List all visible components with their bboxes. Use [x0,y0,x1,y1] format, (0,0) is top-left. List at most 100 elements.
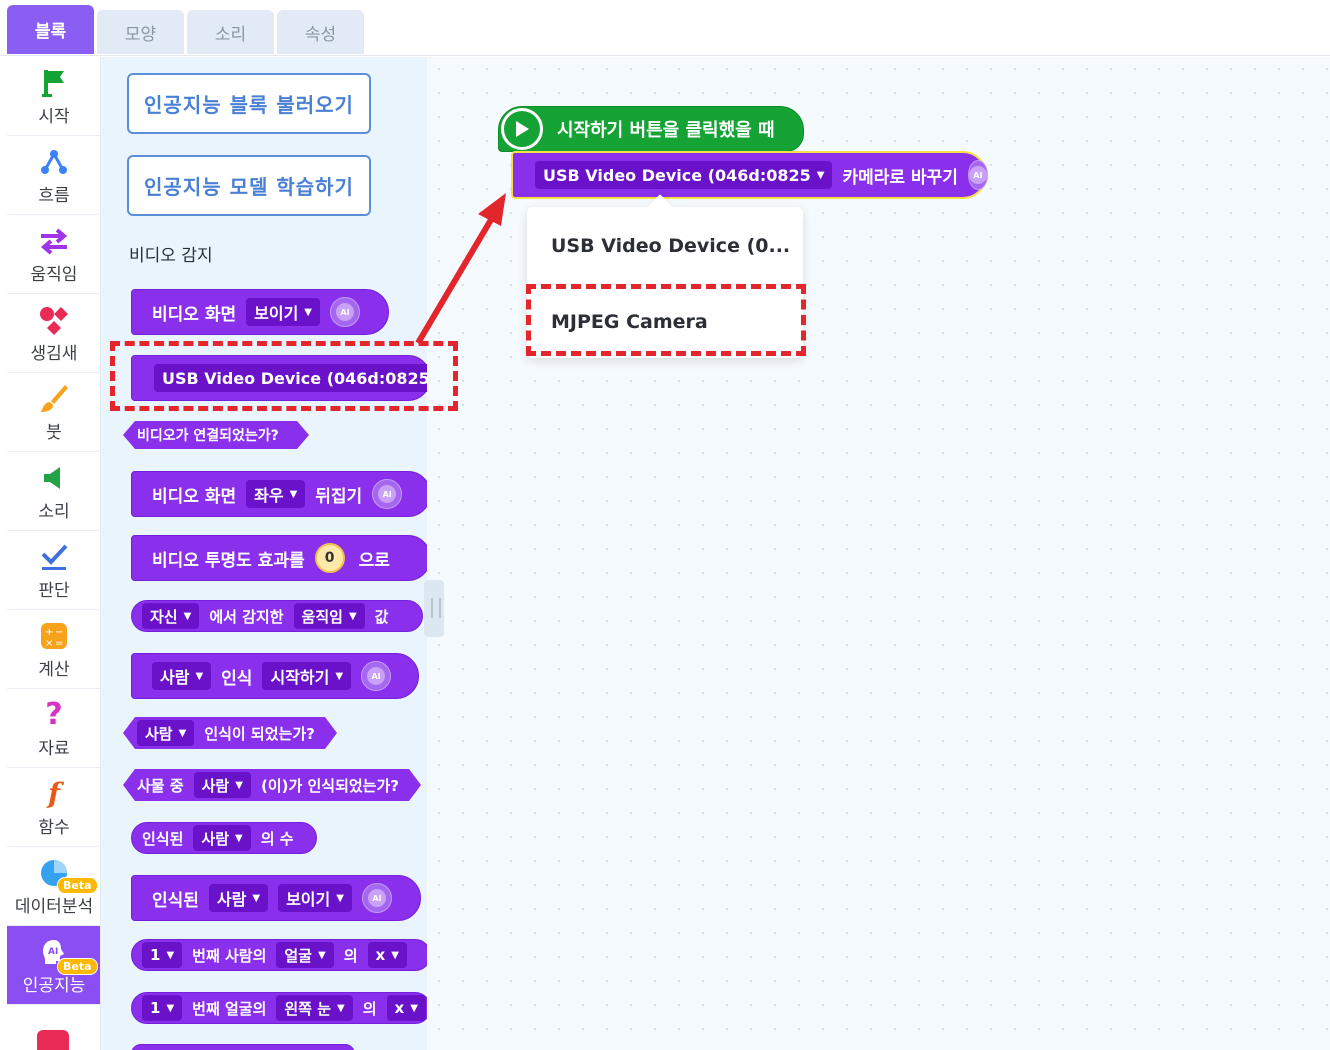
check-icon [37,540,71,574]
block-partial[interactable] [131,1044,355,1050]
play-icon [501,108,543,150]
chevron-down-icon: ▼ [289,488,298,500]
dropdown-option-usb[interactable]: USB Video Device (0... [551,235,790,257]
block-recognized-count[interactable]: 인식된 사람 ▼ 의 수 [131,822,317,854]
ai-icon: AI [361,661,392,691]
ai-icon-text: AI [378,485,397,503]
tabs-divider [0,55,1330,56]
dropdown[interactable]: x ▼ [367,942,407,968]
ai-icon-text: AI [968,166,987,184]
category-brush[interactable]: 붓 [7,373,100,452]
dropdown-value: 사람 [160,668,190,687]
dropdown[interactable]: 보이기 ▼ [278,884,352,912]
category-calc[interactable]: + − × = 계산 [7,610,100,689]
chevron-down-icon: ▼ [335,670,344,682]
question-icon: ? [45,697,63,732]
chevron-down-icon: ▼ [336,892,344,904]
category-ai[interactable]: AI Beta 인공지능 [7,926,100,1005]
block-text: 번째 사람의 [192,946,267,965]
block-text: 에서 감지한 [209,607,284,626]
dropdown[interactable]: 시작하기 ▼ [262,662,352,690]
dropdown[interactable]: 사람 ▼ [193,825,251,851]
block-text: 인식 [221,668,253,689]
dropdown-value: 얼굴 [284,946,312,965]
dropdown[interactable]: x ▼ [386,995,426,1021]
block-video-opacity[interactable]: 비디오 투명도 효과를 0 으로 [131,535,427,581]
category-data-analysis[interactable]: Beta 데이터분석 [7,847,100,926]
start-block[interactable]: 시작하기 버튼을 클릭했을 때 [498,106,804,152]
calculator-icon: + − × = [37,619,71,653]
tab-properties[interactable]: 속성 [277,10,364,54]
tab-blocks[interactable]: 블록 [7,5,94,54]
dropdown-value: x [375,946,386,964]
block-person-recognized[interactable]: 사람 ▼ 인식이 되었는가? [123,717,337,749]
section-title: 비디오 감지 [129,246,213,266]
category-motion[interactable]: 움직임 [7,215,100,294]
block-text: 비디오 투명도 효과를 [152,550,305,571]
block-text: 으로 [358,550,390,571]
function-icon: f [47,777,61,810]
palette-resize-handle[interactable] [424,580,444,637]
dropdown[interactable]: 자신 ▼ [142,603,200,629]
tab-bar: 블록 모양 소리 속성 [0,0,1330,56]
dropdown[interactable]: 사람 ▼ [137,720,194,746]
category-looks[interactable]: 생김새 [7,294,100,373]
ai-icon-text: AI [336,303,354,321]
block-video-flip[interactable]: 비디오 화면 좌우 ▼ 뒤집기 AI [131,471,427,517]
category-judge[interactable]: 판단 [7,531,100,610]
ai-icon: AI [330,297,360,327]
category-start[interactable]: 시작 [7,57,100,136]
dropdown[interactable]: 움직임 ▼ [293,603,365,629]
chevron-down-icon: ▼ [410,1002,418,1014]
category-function[interactable]: f 함수 [7,768,100,847]
block-text: 사물 중 [137,776,184,795]
chevron-down-icon: ▼ [235,779,243,791]
dropdown[interactable]: 1 ▼ [142,942,183,968]
category-label: 함수 [38,817,70,838]
block-video-connected[interactable]: 비디오가 연결되었는가? [123,421,309,449]
chevron-down-icon: ▼ [391,949,399,961]
dropdown-value: 움직임 [301,607,343,626]
dropdown-value: x [394,999,405,1017]
block-text: 의 [362,999,377,1018]
block-video-screen-show[interactable]: 비디오 화면 보이기 ▼ AI [131,289,389,335]
dropdown[interactable]: 사람 ▼ [194,772,251,798]
ai-icon: AI [361,883,392,913]
dropdown[interactable]: 좌우 ▼ [246,480,306,508]
svg-text:AI: AI [48,947,58,957]
dropdown-value: USB Video Device (046d:0825 [543,165,811,185]
extension-icon[interactable] [37,1030,69,1050]
train-ai-model-button[interactable]: 인공지능 모델 학습하기 [127,155,371,216]
block-object-recognized[interactable]: 사물 중 사람 ▼ (이)가 인식되었는가? [123,769,421,801]
block-person-recognition[interactable]: 사람 ▼ 인식 시작하기 ▼ AI [131,653,419,699]
category-sound[interactable]: 소리 [7,452,100,531]
block-text: 비디오가 연결되었는가? [137,428,279,444]
dropdown[interactable]: 사람 ▼ [208,884,269,912]
block-recognized-show[interactable]: 인식된 사람 ▼ 보이기 ▼ AI [131,875,421,921]
dropdown[interactable]: 왼쪽 눈 ▼ [276,995,353,1021]
dropdown[interactable]: 사람 ▼ [152,662,212,690]
block-face-coordinate[interactable]: 1 ▼ 번째 사람의 얼굴 ▼ 의 x ▼ [131,939,427,971]
block-text: 의 수 [260,829,294,848]
change-camera-block[interactable]: USB Video Device (046d:0825 ▼ 카메라로 바꾸기 AI [511,151,988,199]
dropdown[interactable]: 1 ▼ [142,995,183,1021]
tab-sounds[interactable]: 소리 [187,10,274,54]
camera-dropdown[interactable]: USB Video Device (046d:0825 ▼ [535,161,833,189]
dropdown-value: 자신 [150,607,178,626]
category-data[interactable]: ? 자료 [7,689,100,768]
number-input[interactable]: 0 [314,543,345,573]
block-face-part-coordinate[interactable]: 1 ▼ 번째 얼굴의 왼쪽 눈 ▼ 의 x ▼ [131,992,427,1024]
block-motion-value[interactable]: 자신 ▼ 에서 감지한 움직임 ▼ 값 [131,600,423,632]
load-ai-blocks-button[interactable]: 인공지능 블록 불러오기 [127,73,371,134]
category-label: 자료 [38,738,70,759]
script-workspace[interactable] [427,57,1330,1050]
category-label: 움직임 [30,264,78,285]
tab-shapes[interactable]: 모양 [97,10,184,54]
dropdown[interactable]: 얼굴 ▼ [276,942,334,968]
dropdown[interactable]: 보이기 ▼ [246,298,320,326]
category-label: 데이터분석 [14,896,94,917]
category-label: 소리 [38,501,70,522]
beta-badge: Beta [57,958,98,975]
category-flow[interactable]: 흐름 [7,136,100,215]
chevron-down-icon: ▼ [166,1002,175,1014]
